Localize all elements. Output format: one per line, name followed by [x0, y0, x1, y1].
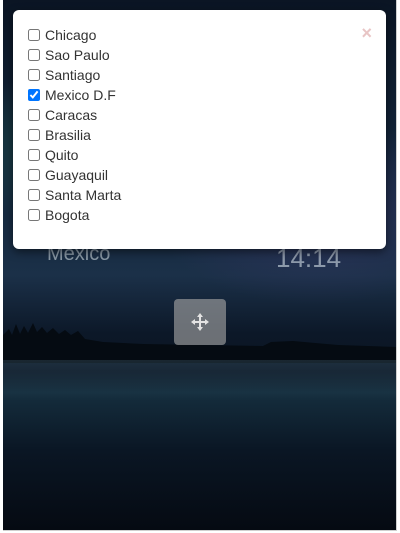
city-option-label: Bogota — [45, 207, 90, 223]
city-checkbox[interactable] — [28, 69, 40, 81]
city-option-label: Brasilia — [45, 127, 91, 143]
city-checkbox[interactable] — [28, 29, 40, 41]
city-option-label: Caracas — [45, 107, 98, 123]
city-option-label: Mexico D.F — [45, 87, 116, 103]
city-option[interactable]: Santiago — [27, 65, 121, 85]
city-option[interactable]: Bogota — [27, 205, 121, 225]
city-selection-modal: × Chicago Sao Paulo Santiago Mexico D.F Cara… — [13, 10, 386, 249]
city-option[interactable]: Chicago — [27, 25, 121, 45]
city-checkbox[interactable] — [28, 149, 40, 161]
city-option[interactable]: Mexico D.F — [27, 85, 121, 105]
city-option-label: Guayaquil — [45, 167, 109, 183]
city-option[interactable]: Brasilia — [27, 125, 121, 145]
lake-reflection — [3, 360, 396, 400]
city-option-label: Chicago — [45, 27, 97, 43]
close-icon[interactable]: × — [361, 24, 372, 42]
city-option-label: Sao Paulo — [45, 47, 110, 63]
city-option-label: Quito — [45, 147, 79, 163]
move-arrows-icon — [191, 313, 209, 331]
city-checkbox[interactable] — [28, 89, 40, 101]
city-checkbox[interactable] — [28, 109, 40, 121]
city-option[interactable]: Santa Marta — [27, 185, 121, 205]
city-checkbox[interactable] — [28, 49, 40, 61]
move-handle[interactable] — [174, 299, 226, 345]
city-option[interactable]: Caracas — [27, 105, 121, 125]
city-option[interactable]: Guayaquil — [27, 165, 121, 185]
city-option-label: Santiago — [45, 67, 101, 83]
city-option[interactable]: Sao Paulo — [27, 45, 121, 65]
city-list: Chicago Sao Paulo Santiago Mexico D.F Caraca… — [27, 25, 121, 225]
city-checkbox[interactable] — [28, 189, 40, 201]
city-option[interactable]: Quito — [27, 145, 121, 165]
city-option-label: Santa Marta — [45, 187, 122, 203]
city-checkbox[interactable] — [28, 129, 40, 141]
city-checkbox[interactable] — [28, 209, 40, 221]
city-checkbox[interactable] — [28, 169, 40, 181]
